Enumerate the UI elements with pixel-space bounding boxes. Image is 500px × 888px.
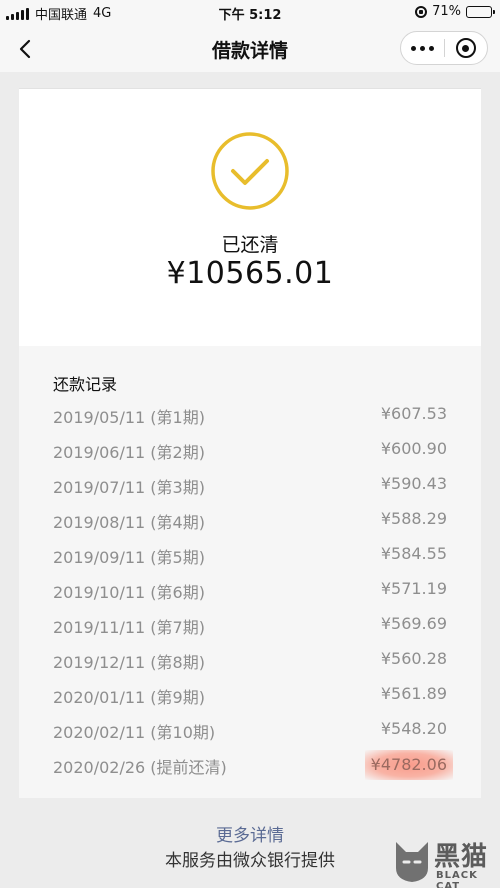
loan-summary-card: 已还清 ¥10565.01 [19, 88, 481, 346]
record-date: 2020/01/11 (第9期) [53, 688, 205, 707]
mini-program-capsule [400, 31, 488, 65]
record-amount: ¥560.28 [380, 649, 447, 668]
record-row: 2019/05/11 (第1期) ¥607.53 [53, 400, 447, 430]
record-row: 2019/08/11 (第4期) ¥588.29 [53, 505, 447, 535]
record-date: 2019/09/11 (第5期) [53, 548, 205, 567]
status-right: 71% [415, 4, 495, 19]
battery-icon [466, 5, 495, 18]
record-row: 2019/07/11 (第3期) ¥590.43 [53, 470, 447, 500]
record-row: 2019/06/11 (第2期) ¥600.90 [53, 435, 447, 465]
watermark-text: 黑猫 [434, 842, 489, 872]
black-cat-watermark: 黑猫 BLACK CAT [392, 836, 500, 888]
record-amount: ¥588.29 [380, 509, 447, 528]
record-row: 2020/02/26 (提前还清) ¥4782.06 [53, 750, 453, 780]
record-amount: ¥561.89 [380, 684, 447, 703]
record-date: 2019/12/11 (第8期) [53, 653, 205, 672]
status-bar: 中国联通 4G 下午 5:12 71% [0, 0, 500, 26]
record-amount: ¥571.19 [380, 579, 447, 598]
record-date: 2020/02/26 (提前还清) [53, 758, 227, 777]
record-date: 2019/06/11 (第2期) [53, 443, 205, 462]
record-amount: ¥590.43 [380, 474, 447, 493]
check-circle-icon [211, 132, 289, 210]
record-amount: ¥600.90 [380, 439, 447, 458]
repayment-status: 已还清 [221, 234, 279, 256]
records-title: 还款记录 [53, 375, 118, 394]
record-date: 2019/11/11 (第7期) [53, 618, 205, 637]
record-amount: ¥548.20 [380, 719, 447, 738]
record-date: 2019/08/11 (第4期) [53, 513, 205, 532]
target-icon [455, 38, 476, 58]
record-amount: ¥584.55 [380, 544, 447, 563]
cat-logo-icon [396, 842, 428, 882]
record-row: 2019/09/11 (第5期) ¥584.55 [53, 540, 447, 570]
record-amount: ¥4782.06 [364, 750, 453, 780]
more-icon[interactable] [401, 32, 444, 64]
battery-percent: 71% [432, 4, 461, 19]
record-row: 2019/12/11 (第8期) ¥560.28 [53, 645, 447, 675]
record-date: 2019/05/11 (第1期) [53, 408, 205, 427]
record-row: 2019/10/11 (第6期) ¥571.19 [53, 575, 447, 605]
record-date: 2020/02/11 (第10期) [53, 723, 216, 742]
close-mini-program-button[interactable] [444, 32, 487, 64]
record-row: 2019/11/11 (第7期) ¥569.69 [53, 610, 447, 640]
record-row: 2020/02/11 (第10期) ¥548.20 [53, 715, 447, 745]
record-date: 2019/07/11 (第3期) [53, 478, 205, 497]
record-row: 2020/01/11 (第9期) ¥561.89 [53, 680, 447, 710]
watermark-sub: BLACK CAT [436, 870, 478, 888]
nav-bar: 借款详情 [0, 26, 500, 72]
orientation-lock-icon [415, 5, 428, 18]
repayment-records: 还款记录 2019/05/11 (第1期) ¥607.53 2019/06/11 (… [19, 346, 481, 798]
record-amount: ¥607.53 [380, 404, 447, 423]
record-amount: ¥569.69 [380, 614, 447, 633]
total-amount: ¥10565.01 [166, 256, 334, 291]
record-date: 2019/10/11 (第6期) [53, 583, 205, 602]
